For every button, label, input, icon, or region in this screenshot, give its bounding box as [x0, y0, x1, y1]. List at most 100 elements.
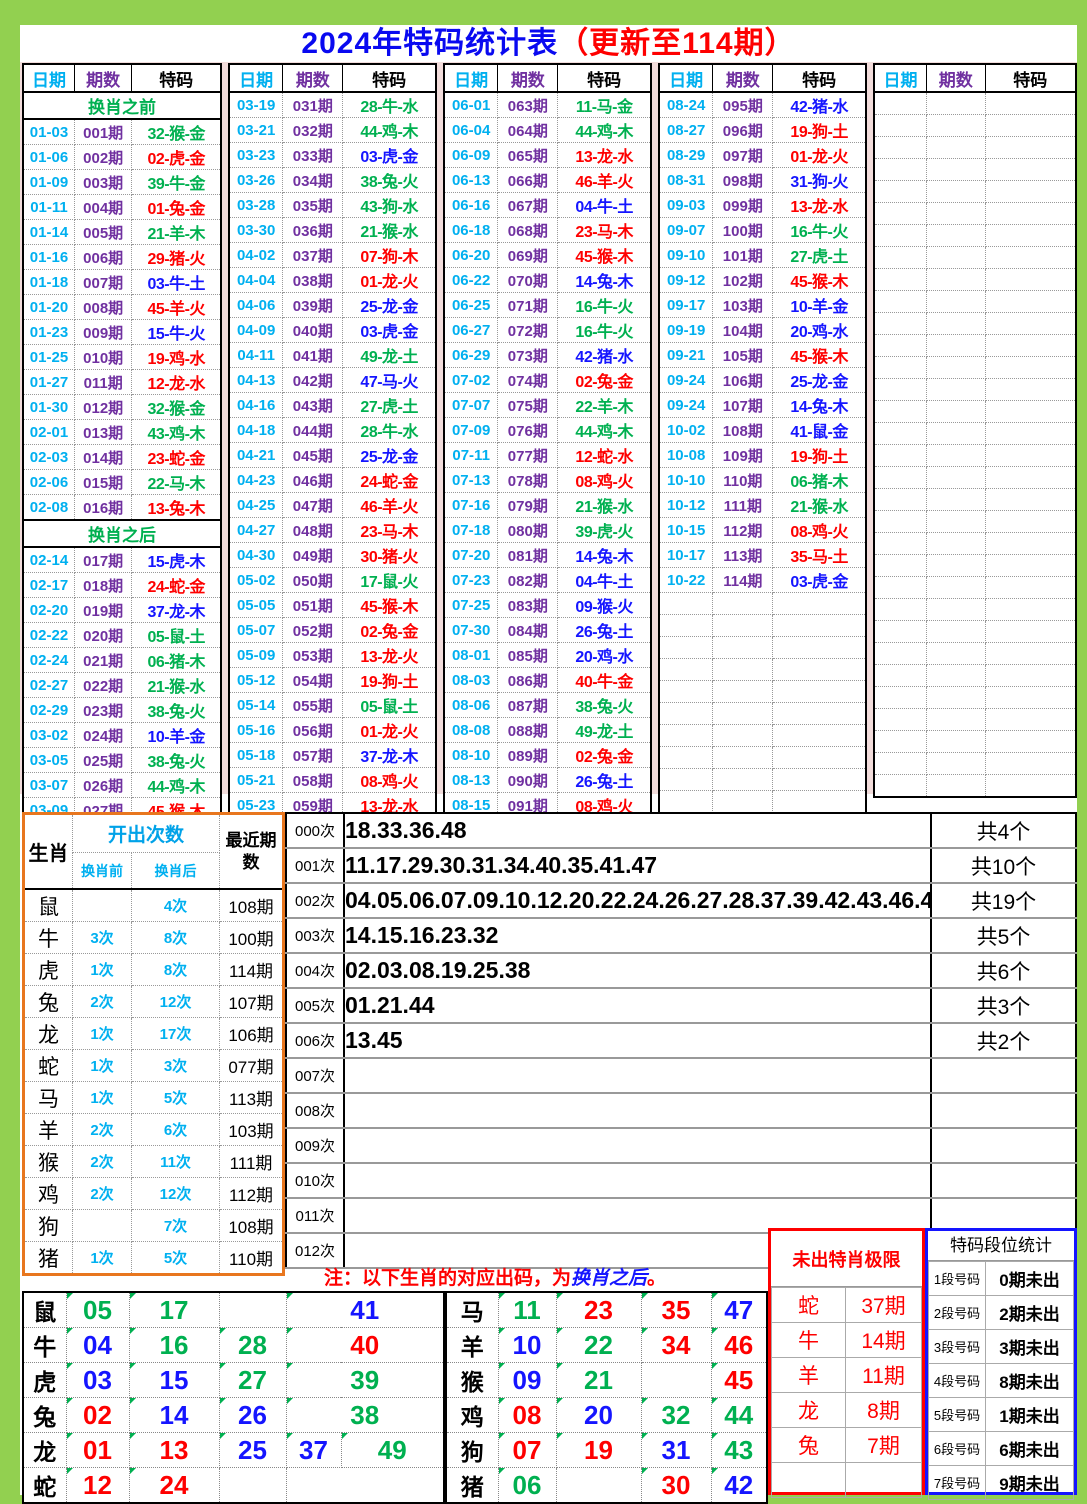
date-cell: 07-18: [444, 518, 498, 543]
recent-issue: 106期: [220, 1018, 284, 1050]
issue-cell: 072期: [498, 318, 558, 343]
code-cell: 19-狗-土: [773, 443, 866, 468]
section-label: 换肖之后: [23, 520, 221, 547]
date-cell: 01-20: [23, 295, 74, 320]
freq-numbers: [344, 1128, 931, 1163]
table-header-row: 日期期数特码: [23, 64, 221, 92]
code-cell: 31-狗-火: [773, 168, 866, 193]
zodiac-number-cell: 35: [641, 1292, 711, 1328]
issue-cell: [713, 593, 773, 615]
date-cell: 03-26: [229, 168, 283, 193]
code-cell: 40-牛-金: [558, 668, 651, 693]
date-cell: 03-30: [229, 218, 283, 243]
code-cell: [985, 92, 1076, 115]
period-row: [874, 115, 1076, 137]
period-row: 06-01063期11-马-金: [444, 92, 651, 118]
period-row: 03-02024期10-羊-金: [23, 723, 221, 748]
code-cell: 09-猴-火: [558, 593, 651, 618]
zodiac-number-cell: 32: [641, 1398, 711, 1433]
code-cell: [985, 687, 1076, 709]
date-cell: [659, 659, 713, 681]
period-row: 09-17103期10-羊-金: [659, 293, 866, 318]
missing-zodiac: 龙: [772, 1393, 846, 1428]
period-row: 10-02108期41-鼠-金: [659, 418, 866, 443]
zodiac-label: 兔: [23, 1398, 66, 1433]
period-row: 01-16006期29-猪-火: [23, 245, 221, 270]
code-cell: 23-蛇-金: [132, 445, 221, 470]
issue-cell: 006期: [74, 245, 131, 270]
freq-numbers: 04.05.06.07.09.10.12.20.22.24.26.27.28.3…: [344, 883, 931, 918]
issue-cell: 043期: [283, 393, 343, 418]
period-row: 01-20008期45-羊-火: [23, 295, 221, 320]
period-row: [874, 775, 1076, 798]
issue-cell: [927, 115, 986, 137]
issue-cell: 013期: [74, 420, 131, 445]
code-column-header: 特码: [343, 64, 436, 92]
period-row: [874, 687, 1076, 709]
period-row: [874, 137, 1076, 159]
issue-cell: 084期: [498, 618, 558, 643]
date-cell: 07-30: [444, 618, 498, 643]
code-cell: 06-猪-木: [773, 468, 866, 493]
date-cell: [874, 555, 927, 577]
period-row: 08-08088期49-龙-土: [444, 718, 651, 743]
period-row: 05-07052期02-兔-金: [229, 618, 436, 643]
period-row: 05-09053期13-龙-火: [229, 643, 436, 668]
issue-cell: 007期: [74, 270, 131, 295]
date-cell: 10-08: [659, 443, 713, 468]
zodiac-name: 牛: [24, 922, 73, 954]
code-cell: 01-龙-火: [343, 268, 436, 293]
zodiac-number-cell: 34: [641, 1328, 711, 1363]
code-column-header: 特码: [985, 64, 1076, 92]
code-cell: [985, 709, 1076, 731]
date-cell: [659, 747, 713, 769]
period-row: [874, 203, 1076, 225]
missing-periods: 8期: [846, 1393, 922, 1428]
issue-cell: 008期: [74, 295, 131, 320]
freq-total-count: 共10个: [931, 848, 1076, 883]
count-before-change: [73, 1210, 132, 1242]
period-row: 05-05051期45-猴-木: [229, 593, 436, 618]
code-cell: 15-牛-火: [132, 320, 221, 345]
code-cell: 38-兔-火: [132, 698, 221, 723]
zodiac-number-cell: 41: [286, 1292, 444, 1328]
issue-cell: 057期: [283, 743, 343, 768]
code-cell: 25-龙-金: [343, 293, 436, 318]
period-row: 02-29023期38-兔-火: [23, 698, 221, 723]
date-cell: [874, 137, 927, 159]
issue-cell: 048期: [283, 518, 343, 543]
issue-cell: 018期: [74, 573, 131, 598]
code-cell: 13-龙-水: [773, 193, 866, 218]
code-cell: [985, 137, 1076, 159]
issue-cell: [713, 791, 773, 813]
zodiac-map-row: 羊10223446: [446, 1328, 767, 1363]
issue-cell: [927, 92, 986, 115]
code-cell: [985, 577, 1076, 599]
date-cell: 05-18: [229, 743, 283, 768]
code-cell: 26-兔-土: [558, 618, 651, 643]
code-cell: 14-兔-木: [773, 393, 866, 418]
date-cell: 08-24: [659, 92, 713, 118]
zodiac-label: 龙: [23, 1433, 66, 1468]
date-cell: 02-24: [23, 648, 74, 673]
code-cell: 23-马-木: [558, 218, 651, 243]
date-cell: 09-12: [659, 268, 713, 293]
zodiac-number-cell: [286, 1468, 444, 1504]
count-before-change: 1次: [73, 1018, 132, 1050]
zodiac-number-cell: 16: [129, 1328, 219, 1363]
segment-label: 3段号码: [929, 1330, 986, 1364]
code-cell: [985, 731, 1076, 753]
period-row: 09-12102期45-猴-木: [659, 268, 866, 293]
period-row: 02-03014期23-蛇-金: [23, 445, 221, 470]
issue-column-header: 期数: [283, 64, 343, 92]
date-cell: 05-02: [229, 568, 283, 593]
date-cell: 02-22: [23, 623, 74, 648]
code-cell: 01-龙-火: [343, 718, 436, 743]
zodiac-name: 猴: [24, 1146, 73, 1178]
code-cell: 06-猪-木: [132, 648, 221, 673]
date-cell: 02-17: [23, 573, 74, 598]
issue-cell: 101期: [713, 243, 773, 268]
issue-cell: 040期: [283, 318, 343, 343]
segment-label: 1段号码: [929, 1262, 986, 1296]
issue-cell: 025期: [74, 748, 131, 773]
